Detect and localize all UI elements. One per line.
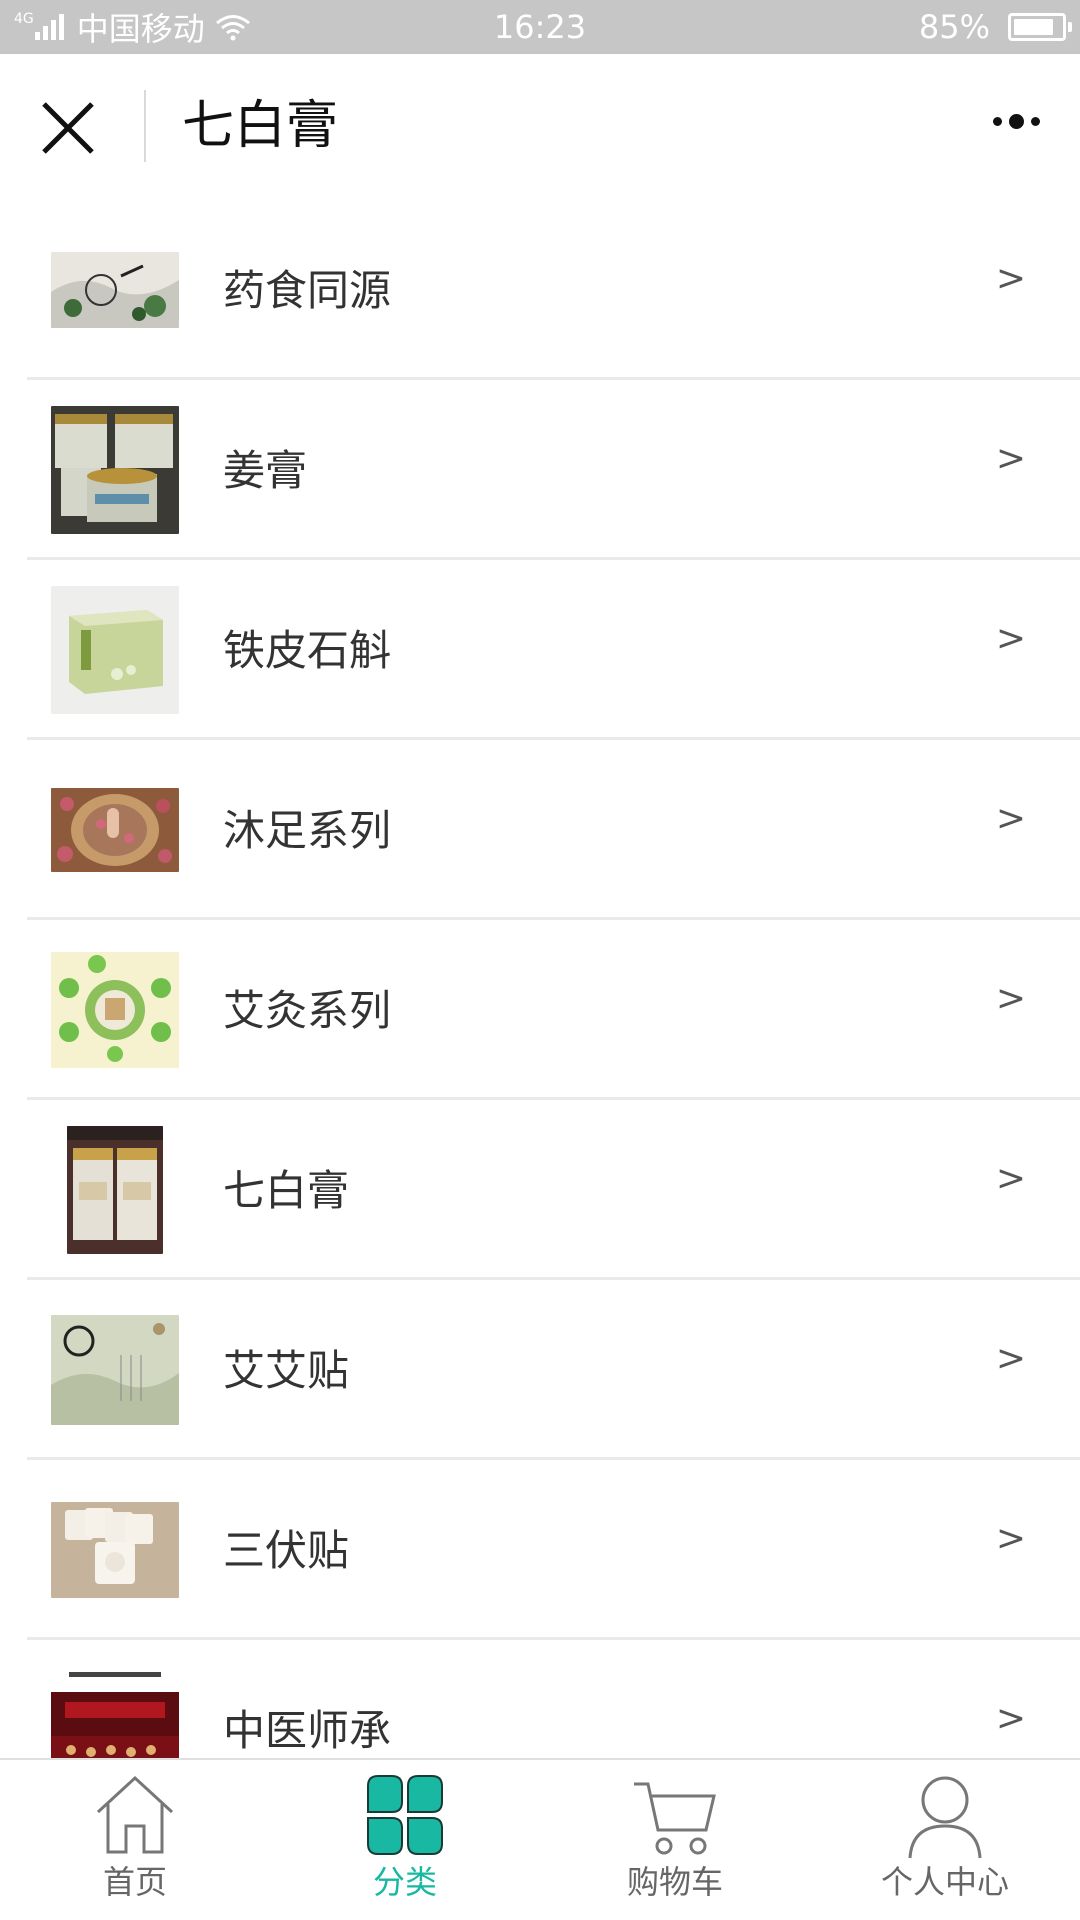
tab-label: 分类 — [372, 1863, 437, 1901]
tab-label: 购物车 — [626, 1863, 723, 1901]
bottom-tab-bar: 首页 分类 购物车 个人中心 — [0, 1758, 1080, 1920]
category-label: 艾艾贴 — [223, 1346, 350, 1395]
tab-cart[interactable]: 购物车 — [540, 1760, 810, 1920]
aiai-patch-thumbnail — [51, 1306, 179, 1434]
chevron-right-icon: > — [995, 978, 1026, 1019]
dendrobium-box-thumbnail — [51, 586, 179, 714]
tab-category[interactable]: 分类 — [270, 1760, 540, 1920]
status-bar: 4G 中国移动 16:23 85% — [0, 0, 1080, 54]
chevron-right-icon: > — [995, 258, 1026, 299]
foot-bath-thumbnail — [51, 766, 179, 894]
chevron-right-icon: > — [995, 438, 1026, 479]
chevron-right-icon: > — [995, 1338, 1026, 1379]
category-label: 艾灸系列 — [223, 986, 392, 1035]
more-icon[interactable] — [993, 114, 1040, 129]
list-item[interactable]: 艾灸系列 > — [27, 920, 1080, 1100]
tcm-ceremony-thumbnail — [51, 1666, 179, 1758]
qibai-cream-thumbnail — [51, 1126, 179, 1254]
chevron-right-icon: > — [995, 1158, 1026, 1199]
category-label: 七白膏 — [223, 1166, 350, 1215]
category-label: 药食同源 — [223, 266, 392, 315]
app-screen: 4G 中国移动 16:23 85% 七白膏 药食同源 > 姜膏 > 铁皮石斛 >… — [0, 0, 1080, 1920]
chevron-right-icon: > — [995, 618, 1026, 659]
category-label: 沐足系列 — [223, 806, 392, 855]
list-item[interactable]: 三伏贴 > — [27, 1460, 1080, 1640]
nav-divider — [144, 90, 146, 162]
chevron-right-icon: > — [995, 798, 1026, 839]
close-icon[interactable] — [38, 98, 98, 158]
status-right: 85% — [918, 0, 1072, 54]
user-icon — [908, 1776, 982, 1859]
list-item[interactable]: 沐足系列 > — [27, 740, 1080, 920]
list-item[interactable]: 药食同源 > — [27, 200, 1080, 380]
list-item[interactable]: 姜膏 > — [27, 380, 1080, 560]
list-item[interactable]: 七白膏 > — [27, 1100, 1080, 1280]
category-label: 三伏贴 — [223, 1526, 350, 1575]
sanfu-patch-thumbnail — [51, 1486, 179, 1614]
category-icon — [367, 1775, 443, 1855]
page-title: 七白膏 — [182, 96, 339, 156]
list-item[interactable]: 艾艾贴 > — [27, 1280, 1080, 1460]
battery-percentage: 85% — [918, 8, 990, 46]
chevron-right-icon: > — [995, 1698, 1026, 1739]
ginger-paste-jars-thumbnail — [51, 406, 179, 534]
tab-home[interactable]: 首页 — [0, 1760, 270, 1920]
chevron-right-icon: > — [995, 1518, 1026, 1559]
nav-bar: 七白膏 — [0, 54, 1080, 200]
category-list: 药食同源 > 姜膏 > 铁皮石斛 > 沐足系列 > 艾灸系列 > 七白膏 > 艾… — [0, 200, 1080, 1758]
battery-icon — [1008, 13, 1072, 41]
cart-icon — [634, 1782, 716, 1855]
category-label: 铁皮石斛 — [223, 626, 392, 675]
tab-label: 个人中心 — [880, 1863, 1009, 1901]
list-item[interactable]: 中医师承 > — [27, 1640, 1080, 1758]
home-icon — [96, 1775, 174, 1854]
ink-painting-thumbnail — [51, 226, 179, 354]
category-label: 中医师承 — [223, 1706, 392, 1755]
moxibustion-thumbnail — [51, 946, 179, 1074]
tab-label: 首页 — [102, 1863, 167, 1901]
list-item[interactable]: 铁皮石斛 > — [27, 560, 1080, 740]
tab-profile[interactable]: 个人中心 — [810, 1760, 1080, 1920]
category-label: 姜膏 — [223, 446, 308, 495]
